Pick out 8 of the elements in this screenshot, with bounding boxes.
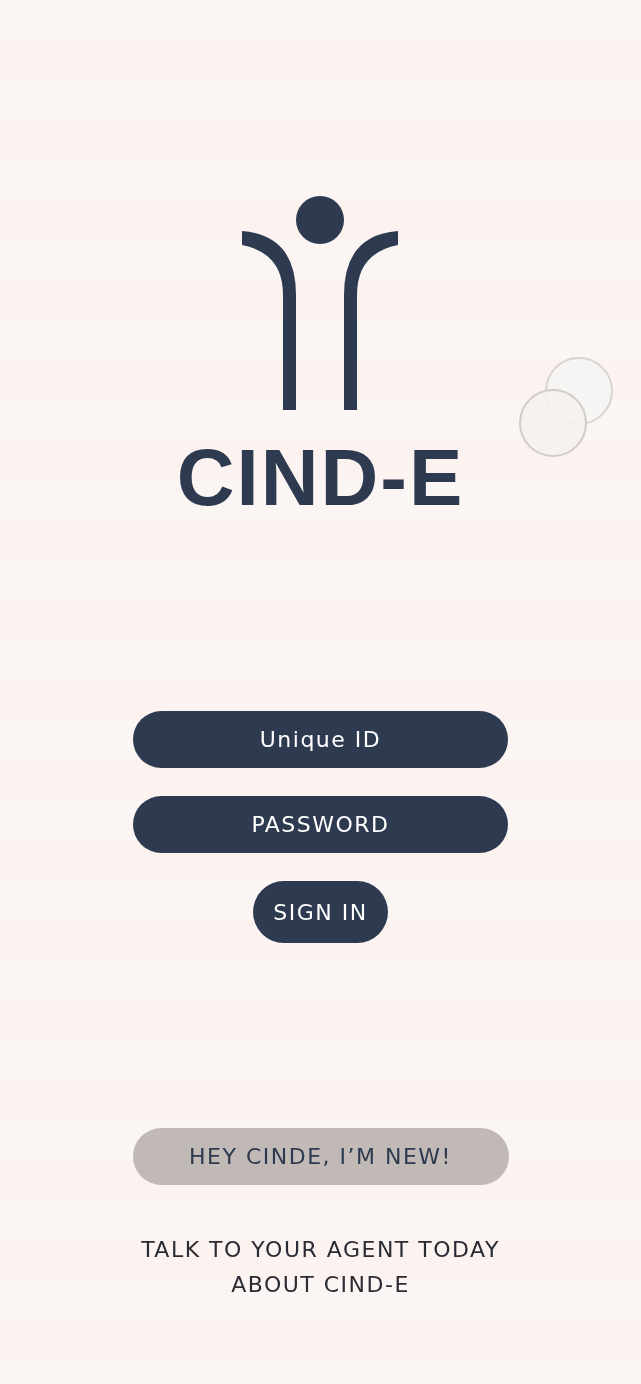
figure-logo-icon: [240, 195, 401, 410]
sign-in-button[interactable]: SIGN IN: [253, 881, 388, 943]
floating-circles-icon[interactable]: [519, 356, 615, 458]
new-user-button[interactable]: HEY CINDE, I’M NEW!: [132, 1128, 509, 1185]
logo-text: CIND-E: [176, 438, 465, 518]
input-field[interactable]: Unique ID: [133, 711, 508, 768]
input-field[interactable]: PASSWORD: [133, 796, 508, 853]
agent-note: TALK TO YOUR AGENT TODAY ABOUT CIND-E: [141, 1236, 500, 1299]
